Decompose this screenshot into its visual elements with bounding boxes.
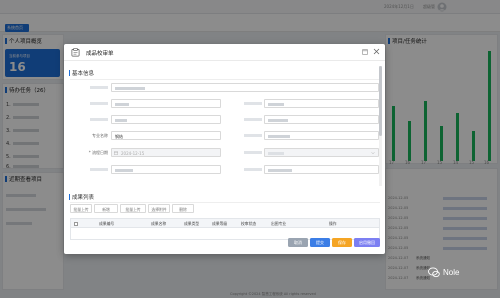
cancel-button[interactable]: 取消 [288,238,308,247]
calendar-icon [114,151,118,155]
wechat-icon [428,267,440,278]
field-label [68,101,108,106]
delete-button[interactable]: 删除 [172,204,194,213]
table-header: 成果编号 成果名称 成果类型 成果等级 校审状态 出图专业 操作 [71,219,379,228]
field-input[interactable] [264,131,379,140]
field-input[interactable] [111,99,221,108]
field-label [68,117,108,122]
field-input[interactable] [264,115,379,124]
col-header: 操作 [329,221,337,226]
field-input[interactable] [111,165,221,174]
scrollbar-thumb[interactable] [379,66,382,136]
field-label [222,150,262,155]
maximize-icon[interactable] [362,49,368,55]
batch-upload-button[interactable]: 批量上传 [70,204,92,213]
project-name-input[interactable] [111,83,379,92]
save-button[interactable]: 保存 [332,238,352,247]
chevron-down-icon [371,152,375,155]
col-header: 成果等级 [212,221,228,226]
col-header: 成果类型 [184,221,200,226]
section-basic-title: 基本信息 [68,70,95,77]
dialog-header: 成品校审单 [64,44,385,61]
section-divider [70,79,380,80]
recall-button[interactable]: 启用撤回 [354,238,380,247]
field-label [222,101,262,106]
add-button[interactable]: 新增 [94,204,118,213]
field-input[interactable] [264,99,379,108]
watermark-text: Nole [443,268,460,277]
document-icon [71,48,80,57]
col-header: 校审状态 [241,221,257,226]
section-results-title: 成果列表 [68,194,95,201]
field-label [68,85,108,90]
select-attachment-button[interactable]: 选择附件 [148,204,170,213]
dialog-scrollbar[interactable] [379,66,382,186]
submit-button[interactable]: 提交 [310,238,330,247]
date-label: * 流程日期 [88,150,108,155]
field-input[interactable] [264,165,379,174]
dialog-title: 成品校审单 [86,51,114,57]
field-label [68,167,108,172]
select-all-checkbox[interactable] [74,221,78,226]
results-table: 成果编号 成果名称 成果类型 成果等级 校审状态 出图专业 操作 [70,218,380,240]
field-label [222,133,262,138]
field-label [222,167,262,172]
field-label [222,117,262,122]
batch-upload-button-2[interactable]: 批量上传 [120,204,146,213]
close-icon[interactable] [373,48,380,55]
major-input[interactable]: 钢结 [111,131,221,140]
date-value: 2024-12-15 [121,150,145,156]
field-select[interactable] [264,148,379,157]
col-header: 成果名称 [151,221,167,226]
field-input[interactable] [111,115,221,124]
major-label: 专业名称 [92,133,108,138]
section-divider [70,202,380,203]
col-header: 出图专业 [271,221,287,226]
col-header: 成果编号 [99,221,115,226]
date-input[interactable]: 2024-12-15 [111,148,221,157]
review-dialog: 成品校审单 基本信息 专业名称 钢结 * 流程日期 2024-12-15 成果列… [64,44,385,254]
